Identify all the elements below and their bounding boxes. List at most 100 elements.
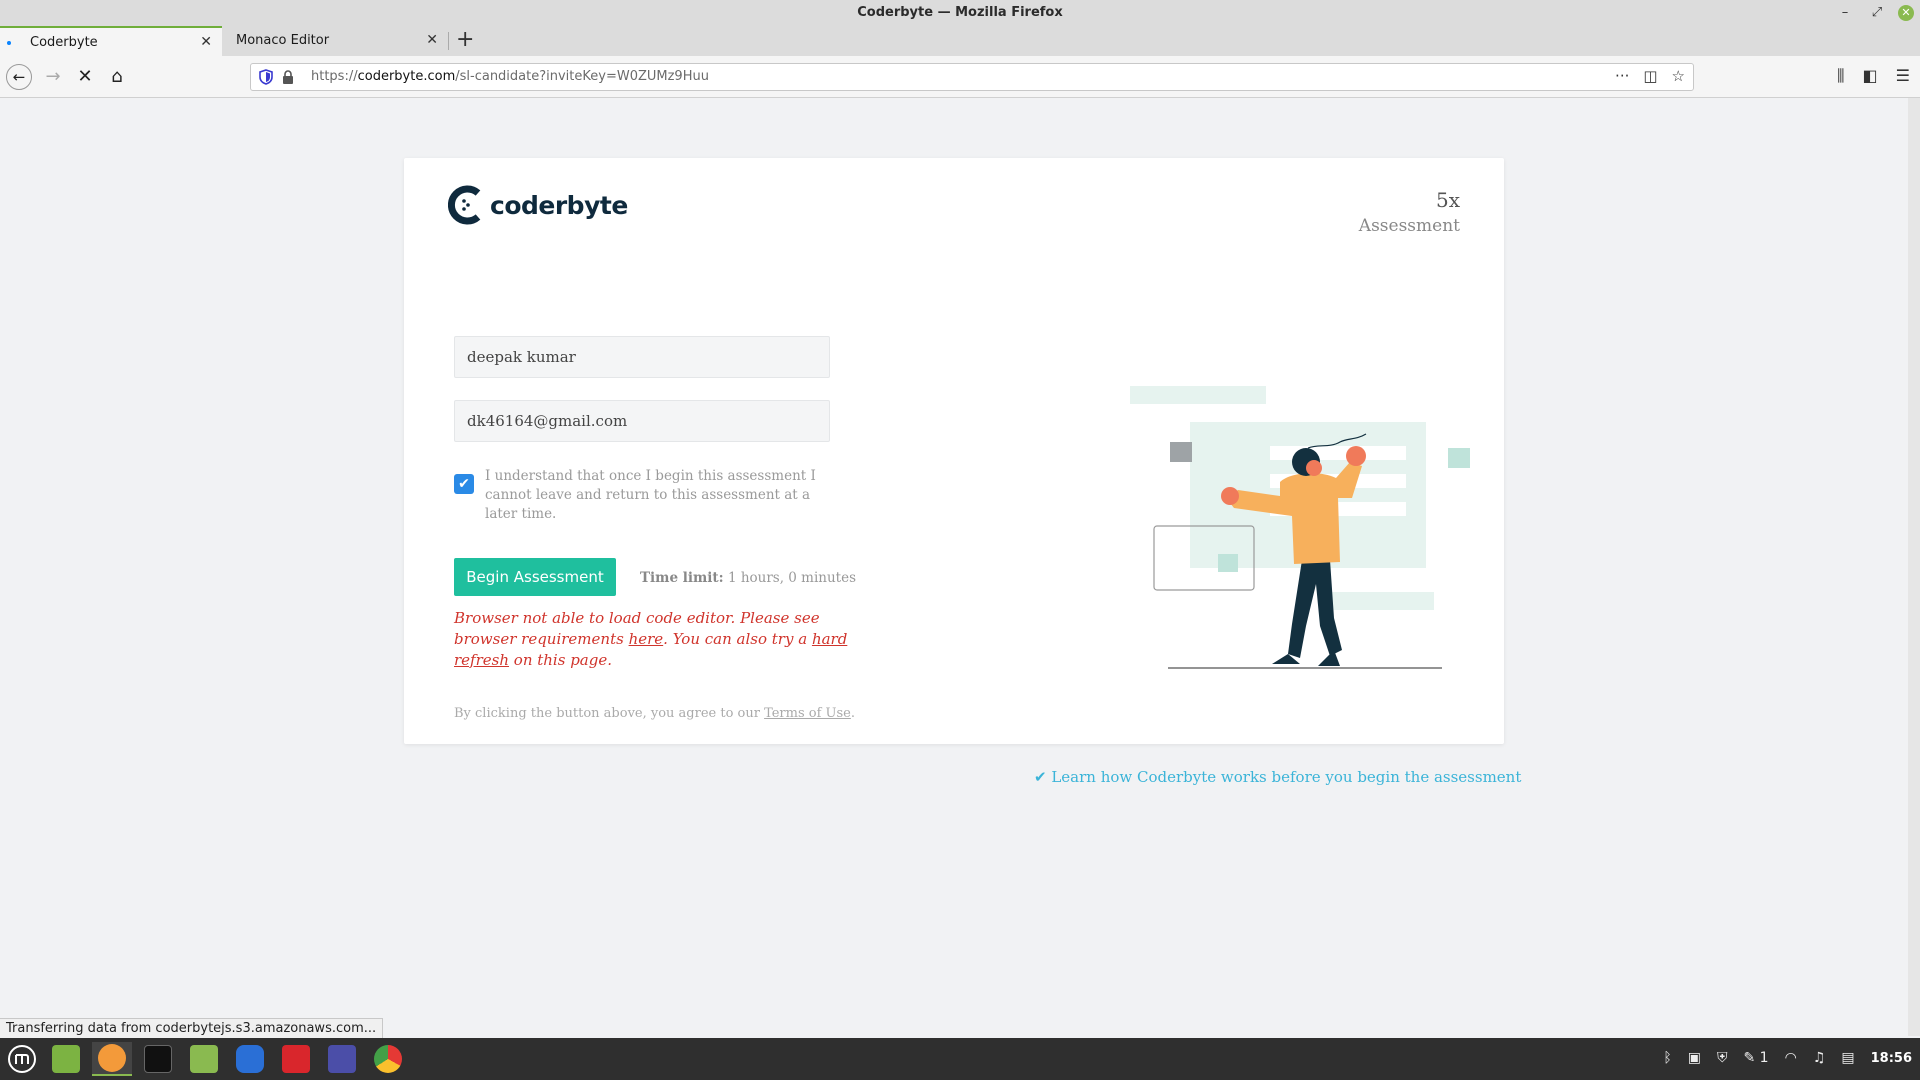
error-text: on this page.: [509, 651, 612, 669]
time-limit-value: 1 hours, 0 minutes: [727, 570, 857, 586]
firefox-icon: [98, 1044, 126, 1072]
begin-assessment-button[interactable]: Begin Assessment: [454, 558, 616, 596]
tab-divider: [448, 32, 449, 50]
assessment-multiplier: 5x: [1435, 188, 1460, 212]
taskbar-firefox[interactable]: [92, 1042, 132, 1076]
tracking-shield-icon[interactable]: [259, 69, 273, 85]
name-field[interactable]: deepak kumar: [454, 336, 830, 378]
battery-tray-icon[interactable]: ▤: [1841, 1050, 1854, 1066]
notification-count: 1: [1759, 1050, 1769, 1066]
desktop-icon: [52, 1045, 80, 1073]
loading-dot-icon: [7, 41, 11, 45]
illus-person-face: [1306, 460, 1322, 476]
tab-monaco-editor[interactable]: Monaco Editor ✕: [222, 26, 448, 56]
terms-text: By clicking the button above, you agree …: [454, 706, 765, 721]
tab-coderbyte[interactable]: Coderbyte ✕: [0, 26, 222, 56]
taskbar-pdf[interactable]: [276, 1042, 316, 1076]
url-path: /sl-candidate?inviteKey=W0ZUMz9Huu: [455, 69, 709, 84]
minimize-icon[interactable]: –: [1834, 3, 1856, 23]
bookmark-star-icon[interactable]: ☆: [1672, 67, 1685, 85]
time-limit-label: Time limit:: [640, 570, 724, 586]
illus-person-hand-right: [1346, 446, 1366, 466]
pdf-icon: [282, 1045, 310, 1073]
coderbyte-logo: coderbyte: [448, 185, 628, 225]
chrome-icon: [374, 1045, 402, 1073]
tab-label: Monaco Editor: [236, 33, 330, 48]
tab-label: Coderbyte: [30, 35, 98, 50]
os-taskbar: ᛒ ▣ ⛨ ✎ 1 ◠ ♫ ▤ 18:56: [0, 1038, 1920, 1080]
page-scrollbar[interactable]: [1908, 98, 1920, 1036]
folder-icon: [190, 1045, 218, 1073]
window-close-icon[interactable]: ✕: [1898, 5, 1914, 21]
coderbyte-logo-icon: [448, 185, 481, 225]
home-icon[interactable]: ⌂: [104, 64, 130, 90]
tab-close-icon[interactable]: ✕: [200, 34, 212, 50]
logo-wordmark: coderbyte: [490, 190, 628, 220]
shield-tray-icon[interactable]: ⛨: [1717, 1050, 1728, 1066]
illus-person-hand-left: [1221, 487, 1239, 505]
taskbar-chrome[interactable]: [368, 1042, 408, 1076]
illus-square-gray: [1170, 442, 1192, 462]
taskbar-media[interactable]: [322, 1042, 362, 1076]
bluetooth-icon: [236, 1045, 264, 1073]
bluetooth-tray-icon[interactable]: ᛒ: [1663, 1050, 1671, 1066]
browser-requirements-link[interactable]: here: [629, 630, 664, 648]
illus-bar: [1130, 386, 1266, 404]
terms-of-use-link[interactable]: Terms of Use: [764, 706, 851, 721]
illus-small-square: [1218, 554, 1238, 572]
menu-icon[interactable]: ☰: [1896, 66, 1910, 86]
window-titlebar: Coderbyte — Mozilla Firefox – ⤢ ✕: [0, 0, 1920, 26]
learn-how-coderbyte-works-link[interactable]: ✔ Learn how Coderbyte works before you b…: [1034, 768, 1521, 786]
clock[interactable]: 18:56: [1871, 1051, 1912, 1066]
assessment-mode: 5x Assessment: [1359, 188, 1460, 236]
media-player-icon: [328, 1045, 356, 1073]
new-tab-icon[interactable]: +: [456, 28, 474, 52]
taskbar-bluetooth[interactable]: [230, 1042, 270, 1076]
assessment-label: Assessment: [1358, 216, 1460, 236]
mint-menu-icon: [8, 1045, 36, 1073]
toolbar-right: ⫼ ◧ ☰: [1837, 66, 1910, 86]
terms-end: .: [850, 706, 856, 721]
status-bar: Transferring data from coderbytejs.s3.am…: [0, 1018, 384, 1038]
taskbar-files[interactable]: [184, 1042, 224, 1076]
start-menu-button[interactable]: [2, 1042, 42, 1076]
terminal-icon: [144, 1045, 172, 1073]
clipboard-tray-icon[interactable]: ▣: [1688, 1050, 1701, 1066]
system-tray: ᛒ ▣ ⛨ ✎ 1 ◠ ♫ ▤ 18:56: [1663, 1050, 1912, 1066]
maximize-icon[interactable]: ⤢: [1866, 3, 1888, 23]
taskbar-terminal[interactable]: [138, 1042, 178, 1076]
forward-icon[interactable]: →: [40, 64, 66, 90]
url-host: coderbyte.com: [357, 69, 456, 84]
email-field[interactable]: dk46164@gmail.com: [454, 400, 830, 442]
lock-icon[interactable]: [281, 69, 295, 85]
back-icon[interactable]: ←: [6, 64, 32, 90]
tab-bar: Coderbyte ✕ Monaco Editor ✕: [0, 26, 1920, 56]
agreement-text: I understand that once I begin this asse…: [485, 468, 816, 522]
url-text: https://coderbyte.com/sl-candidate?invit…: [311, 69, 709, 84]
sidebar-icon[interactable]: ◧: [1863, 66, 1878, 86]
agreement-checkbox[interactable]: ✔: [454, 474, 474, 494]
library-icon[interactable]: ⫼: [1837, 66, 1844, 86]
assessment-card: coderbyte 5x Assessment deepak kumar dk4…: [404, 158, 1504, 744]
illus-base-bar: [1324, 592, 1434, 610]
assessment-illustration: [1130, 386, 1470, 669]
pocket-icon[interactable]: ◫: [1643, 67, 1657, 85]
wifi-tray-icon[interactable]: ◠: [1785, 1050, 1797, 1066]
url-scheme: https://: [311, 69, 358, 84]
notifications-tray-icon[interactable]: ✎ 1: [1743, 1050, 1768, 1066]
page-actions-icon[interactable]: ···: [1615, 67, 1629, 85]
taskbar-show-desktop[interactable]: [46, 1042, 86, 1076]
window-title: Coderbyte — Mozilla Firefox: [857, 5, 1063, 20]
illus-line: [1270, 446, 1406, 460]
editor-error-message: Browser not able to load code editor. Pl…: [454, 608, 854, 671]
stop-loading-icon[interactable]: ✕: [72, 64, 98, 90]
page-content: coderbyte 5x Assessment deepak kumar dk4…: [0, 98, 1908, 1036]
illus-square-teal: [1448, 448, 1470, 468]
tab-close-icon[interactable]: ✕: [426, 32, 438, 48]
address-bar[interactable]: https://coderbyte.com/sl-candidate?invit…: [250, 63, 1694, 91]
error-text: . You can also try a: [663, 630, 812, 648]
navigation-toolbar: ← → ✕ ⌂ https://coderbyte.com/sl-candida…: [0, 56, 1920, 98]
urlbar-actions: ··· ◫ ☆: [1615, 67, 1685, 85]
terms-notice: By clicking the button above, you agree …: [454, 706, 855, 721]
sound-tray-icon[interactable]: ♫: [1813, 1050, 1826, 1066]
